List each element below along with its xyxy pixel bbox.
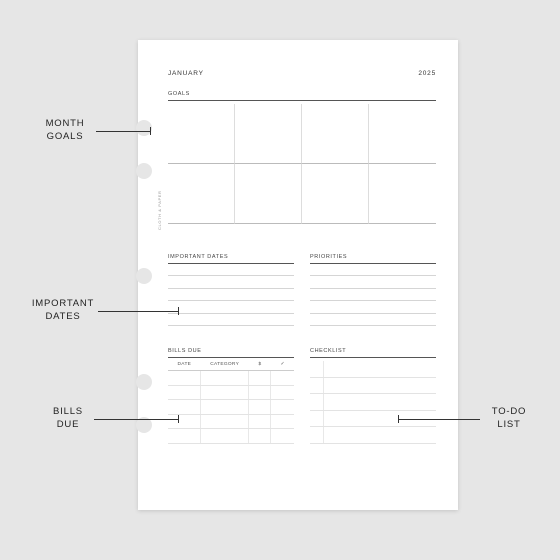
callout-tick bbox=[178, 415, 179, 423]
bills-col-amount: $ bbox=[249, 362, 272, 367]
callout-tick bbox=[150, 127, 151, 135]
bills-due-heading: BILLS DUE bbox=[168, 348, 294, 354]
bills-due-section: BILLS DUE DATE CATEGORY $ ✓ bbox=[168, 348, 294, 444]
binder-hole bbox=[136, 374, 152, 390]
goals-heading: GOALS bbox=[168, 91, 436, 97]
callout-line bbox=[98, 311, 178, 312]
binder-hole bbox=[136, 268, 152, 284]
page-content: JANUARY 2025 GOALS CLOTH & PAPER IMPORTA… bbox=[168, 70, 436, 488]
bills-col-date: DATE bbox=[168, 362, 201, 367]
callout-bills-due: BILLS DUE bbox=[42, 406, 94, 432]
checklist-section: CHECKLIST bbox=[310, 348, 436, 444]
callout-line bbox=[94, 419, 178, 420]
brand-sidetext: CLOTH & PAPER bbox=[157, 190, 162, 230]
mid-row: IMPORTANT DATES PRIORITIES bbox=[168, 254, 436, 326]
bills-col-category: CATEGORY bbox=[201, 362, 249, 367]
important-dates-heading: IMPORTANT DATES bbox=[168, 254, 294, 260]
bottom-row: BILLS DUE DATE CATEGORY $ ✓ CHECKLIST bbox=[168, 348, 436, 444]
callout-line bbox=[398, 419, 480, 420]
callout-tick bbox=[398, 415, 399, 423]
month-label: JANUARY bbox=[168, 70, 204, 77]
important-dates-section: IMPORTANT DATES bbox=[168, 254, 294, 326]
goals-grid bbox=[168, 104, 436, 224]
bills-header-row: DATE CATEGORY $ ✓ bbox=[168, 358, 294, 371]
callout-important-dates: IMPORTANT DATES bbox=[28, 298, 98, 324]
page-header: JANUARY 2025 bbox=[168, 70, 436, 77]
priorities-heading: PRIORITIES bbox=[310, 254, 436, 260]
binder-hole bbox=[136, 163, 152, 179]
year-label: 2025 bbox=[418, 70, 436, 77]
checklist-heading: CHECKLIST bbox=[310, 348, 436, 354]
bills-col-check: ✓ bbox=[271, 362, 294, 367]
callout-tick bbox=[178, 307, 179, 315]
callout-todo-list: TO-DO LIST bbox=[484, 406, 534, 432]
priorities-section: PRIORITIES bbox=[310, 254, 436, 326]
callout-line bbox=[96, 131, 150, 132]
goals-rule bbox=[168, 100, 436, 101]
planner-page: JANUARY 2025 GOALS CLOTH & PAPER IMPORTA… bbox=[138, 40, 458, 510]
callout-month-goals: MONTH GOALS bbox=[35, 118, 95, 144]
